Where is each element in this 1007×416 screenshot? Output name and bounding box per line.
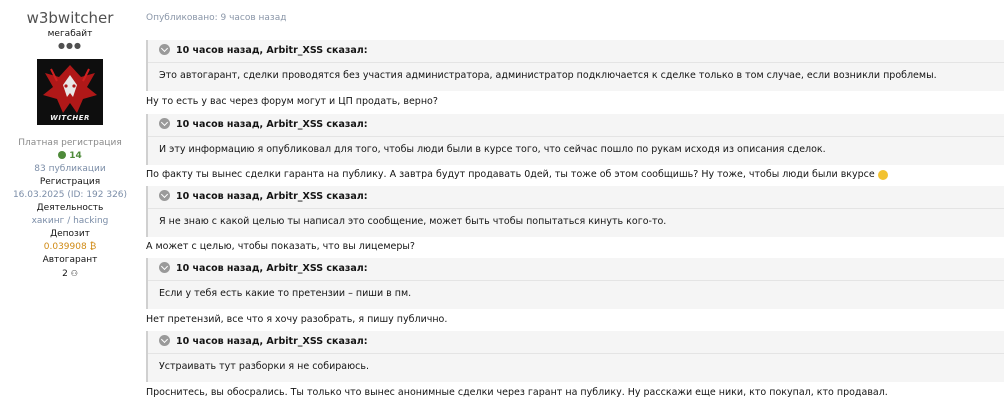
quote-block: 10 часов назад, Arbitr_XSS сказал: Если …	[146, 258, 1004, 309]
smile-emoji-icon	[877, 169, 888, 180]
quote-text: Устраивать тут разборки я не собираюсь.	[159, 361, 369, 372]
quote-block: 10 часов назад, Arbitr_XSS сказал: Я не …	[146, 186, 1004, 237]
quote-block: 10 часов назад, Arbitr_XSS сказал: Это а…	[146, 40, 1004, 91]
deposit-value: 0.039908 ₿	[0, 241, 140, 254]
quote-text: Я не знаю с какой целью ты написал это с…	[159, 216, 667, 227]
quote-header[interactable]: 10 часов назад, Arbitr_XSS сказал:	[148, 114, 1004, 137]
quote-author: 10 часов назад, Arbitr_XSS сказал:	[176, 119, 368, 130]
quote-author: 10 часов назад, Arbitr_XSS сказал:	[176, 263, 368, 274]
quote-text: И эту информацию я опубликовал для того,…	[159, 144, 826, 155]
quote-header[interactable]: 10 часов назад, Arbitr_XSS сказал:	[148, 258, 1004, 281]
reputation-icon	[58, 150, 67, 159]
quote-block: 10 часов назад, Arbitr_XSS сказал: И эту…	[146, 114, 1004, 165]
post-paragraph: Нет претензий, все что я хочу разобрать,…	[146, 314, 448, 325]
post-paragraph-text: По факту ты вынес сделки гаранта на публ…	[146, 169, 875, 180]
activity-value[interactable]: хакинг / hacking	[0, 215, 140, 228]
avatar-caption: WITCHER	[50, 114, 90, 122]
post-paragraph: Ну то есть у вас через форум могут и ЦП …	[146, 96, 438, 107]
rank-dots: ●●●	[58, 41, 82, 50]
quote-text: Это автогарант, сделки проводятся без уч…	[159, 70, 937, 81]
quote-author: 10 часов назад, Arbitr_XSS сказал:	[176, 336, 368, 347]
quote-author: 10 часов назад, Arbitr_XSS сказал:	[176, 191, 368, 202]
activity-label: Деятельность	[36, 203, 104, 213]
avatar[interactable]: WITCHER	[37, 59, 103, 125]
chevron-down-icon[interactable]	[159, 190, 170, 201]
quote-block: 10 часов назад, Arbitr_XSS сказал: Устра…	[146, 331, 1004, 382]
bitcoin-icon: ₿	[89, 242, 97, 252]
deposit-label: Депозит	[50, 229, 90, 239]
reputation-value: 14	[69, 151, 82, 161]
post-paragraph: По факту ты вынес сделки гаранта на публ…	[146, 169, 888, 180]
guarantor-count: 2	[62, 269, 68, 279]
quote-header[interactable]: 10 часов назад, Arbitr_XSS сказал:	[148, 40, 1004, 63]
chevron-down-icon[interactable]	[159, 335, 170, 346]
quote-text: Если у тебя есть какие то претензии – пи…	[159, 288, 412, 299]
chevron-down-icon[interactable]	[159, 118, 170, 129]
chevron-down-icon[interactable]	[159, 262, 170, 273]
registration-label: Регистрация	[39, 177, 101, 187]
quote-header[interactable]: 10 часов назад, Arbitr_XSS сказал:	[148, 331, 1004, 354]
handshake-icon: ⚇	[70, 269, 78, 278]
chevron-down-icon[interactable]	[159, 44, 170, 55]
published-time: Опубликовано: 9 часов назад	[146, 13, 287, 23]
registration-value: 16.03.2025 (ID: 192 326)	[12, 190, 128, 200]
author-sidebar: w3bwitcher мегабайт ●●● WITCHER Платная …	[0, 0, 140, 281]
guarantor-value: 2 ⚇	[0, 267, 140, 281]
post-paragraph: А может с целью, чтобы показать, что вы …	[146, 241, 415, 252]
post-paragraph: Проснитесь, вы обосрались. Ты только что…	[146, 387, 888, 398]
quote-header[interactable]: 10 часов назад, Arbitr_XSS сказал:	[148, 186, 1004, 209]
publications-link[interactable]: 83 публикации	[0, 163, 140, 176]
registration-type: Платная регистрация	[18, 138, 122, 148]
guarantor-label: Автогарант	[42, 255, 98, 265]
reputation[interactable]: 14	[0, 150, 140, 163]
quote-author: 10 часов назад, Arbitr_XSS сказал:	[176, 45, 368, 56]
author-username[interactable]: w3bwitcher	[0, 9, 140, 27]
deposit-amount: 0.039908	[43, 242, 87, 252]
author-rank: мегабайт	[47, 29, 93, 39]
